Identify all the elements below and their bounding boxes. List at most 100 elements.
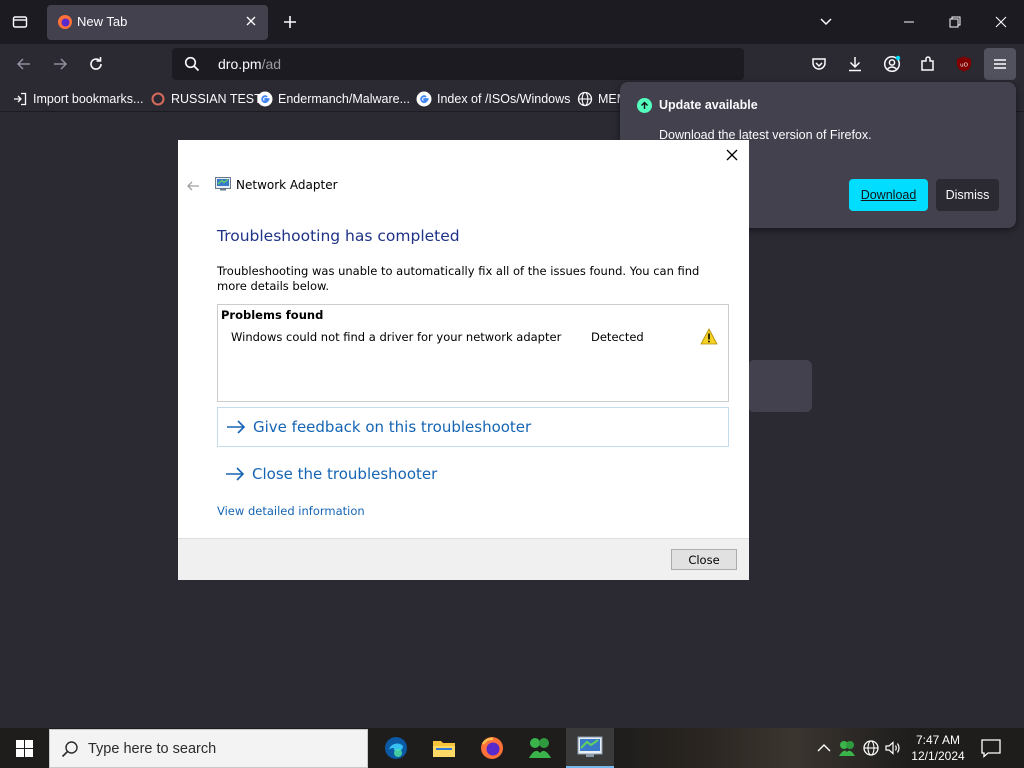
new-tab-tile[interactable] xyxy=(748,360,812,412)
download-update-button[interactable]: Download xyxy=(849,179,928,211)
svg-text:uO: uO xyxy=(960,63,968,69)
taskbar-app-file-explorer[interactable] xyxy=(420,728,468,768)
downloads-button[interactable] xyxy=(844,53,866,75)
give-feedback-label: Give feedback on this troubleshooter xyxy=(253,418,532,436)
ublock-icon: uO xyxy=(957,56,971,72)
minimize-icon[interactable] xyxy=(899,12,919,32)
bookmark-label: RUSSIAN TEST xyxy=(171,92,262,106)
bookmark-import[interactable]: Import bookmarks... xyxy=(12,90,143,108)
update-title: Update available xyxy=(659,98,758,112)
pocket-button[interactable] xyxy=(808,53,830,75)
close-tab-icon[interactable] xyxy=(244,14,258,28)
close-window-icon[interactable] xyxy=(991,12,1011,32)
url-text: dro.pm/ad xyxy=(218,56,281,72)
globe-icon xyxy=(577,91,593,107)
new-tab-icon[interactable] xyxy=(280,12,300,32)
extensions-icon xyxy=(921,56,934,71)
back-button[interactable] xyxy=(12,52,36,76)
start-button[interactable] xyxy=(0,728,48,768)
account-icon xyxy=(883,55,901,73)
import-icon xyxy=(12,91,28,107)
network-adapter-icon xyxy=(215,177,231,191)
tray-app-icon[interactable] xyxy=(838,739,856,757)
search-icon xyxy=(61,741,78,758)
view-detailed-information-link[interactable]: View detailed information xyxy=(217,504,365,518)
arrow-right-icon xyxy=(54,58,68,70)
bookmark-russian-test[interactable]: RUSSIAN TEST xyxy=(150,90,262,108)
dismiss-update-button[interactable]: Dismiss xyxy=(936,179,999,211)
arrow-left-icon xyxy=(16,58,30,70)
taskbar-search-box[interactable]: Type here to search xyxy=(49,729,368,768)
edge-icon xyxy=(385,737,407,759)
xbox-like-icon xyxy=(529,738,551,758)
extensions-button[interactable] xyxy=(917,53,939,75)
download-icon xyxy=(849,57,861,72)
tab-new-tab[interactable]: New Tab xyxy=(47,5,268,40)
bookmark-label: Endermanch/Malware... xyxy=(278,92,411,106)
firefox-view-button[interactable] xyxy=(6,9,34,35)
close-dialog-icon[interactable] xyxy=(723,146,741,164)
close-troubleshooter-link[interactable]: Close the troubleshooter xyxy=(217,454,729,494)
google-icon xyxy=(416,91,432,107)
app-menu-button[interactable] xyxy=(984,48,1016,80)
url-host: dro.pm xyxy=(218,56,262,72)
tab-title: New Tab xyxy=(77,14,128,29)
taskbar-app-troubleshooter[interactable] xyxy=(566,728,614,768)
account-button[interactable] xyxy=(881,53,903,75)
bookmark-label: Import bookmarks... xyxy=(33,92,144,106)
pocket-icon xyxy=(812,58,826,70)
firefox-icon xyxy=(58,15,72,29)
arrow-right-icon xyxy=(227,420,246,434)
firefox-view-icon xyxy=(12,16,28,28)
dialog-app-title: Network Adapter xyxy=(236,178,338,192)
notification-center-icon[interactable] xyxy=(980,738,1002,758)
taskbar-app-firefox[interactable] xyxy=(468,728,516,768)
ublock-button[interactable]: uO xyxy=(953,53,975,75)
reload-button[interactable] xyxy=(84,52,108,76)
dialog-description: Troubleshooting was unable to automatica… xyxy=(217,264,700,293)
problems-header: Problems found xyxy=(221,308,324,322)
site-icon xyxy=(150,91,166,107)
update-arrow-icon xyxy=(637,98,652,113)
navigation-toolbar: dro.pm/ad uO xyxy=(0,44,1024,84)
bookmark-label: Index of /ISOs/Windows xyxy=(437,92,571,106)
network-globe-icon[interactable] xyxy=(862,739,880,757)
bookmark-endermanch[interactable]: Endermanch/Malware... xyxy=(257,90,410,108)
reload-icon xyxy=(90,57,102,70)
google-icon xyxy=(257,91,273,107)
restore-icon[interactable] xyxy=(945,12,965,32)
problem-status: Detected xyxy=(591,330,644,344)
clock-time: 7:47 AM xyxy=(915,733,961,747)
dialog-footer: Close xyxy=(178,538,749,580)
arrow-right-icon xyxy=(226,467,245,481)
forward-button[interactable] xyxy=(48,52,72,76)
windows-logo-icon xyxy=(15,739,33,757)
url-path: /ad xyxy=(261,56,282,72)
troubleshooter-dialog: Network Adapter Troubleshooting has comp… xyxy=(178,140,749,580)
taskbar-app-edge[interactable] xyxy=(372,728,420,768)
warning-icon xyxy=(700,328,718,345)
firefox-icon xyxy=(481,737,503,759)
chevron-down-icon[interactable] xyxy=(818,14,834,30)
problems-found-box: Problems found Windows could not find a … xyxy=(217,304,729,402)
taskbar-clock[interactable]: 7:47 AM 12/1/2024 xyxy=(906,732,970,764)
network-troubleshooter-icon xyxy=(577,736,603,757)
address-bar[interactable]: dro.pm/ad xyxy=(172,48,744,80)
tab-strip: New Tab xyxy=(0,0,1024,44)
bookmark-isos[interactable]: Index of /ISOs/Windows xyxy=(416,90,570,108)
close-troubleshooter-label: Close the troubleshooter xyxy=(252,465,438,483)
clock-date: 12/1/2024 xyxy=(911,749,965,763)
problem-text[interactable]: Windows could not find a driver for your… xyxy=(231,330,561,344)
search-icon xyxy=(184,56,200,72)
taskbar: Type here to search 7:47 AM 12/1/2024 xyxy=(0,728,1024,768)
search-placeholder: Type here to search xyxy=(88,741,217,757)
back-arrow-icon[interactable] xyxy=(186,179,200,193)
taskbar-app-green[interactable] xyxy=(516,728,564,768)
file-explorer-icon xyxy=(433,741,455,757)
dialog-heading: Troubleshooting has completed xyxy=(217,227,460,245)
menu-icon xyxy=(994,59,1006,69)
volume-icon[interactable] xyxy=(884,739,902,757)
chevron-up-icon[interactable] xyxy=(815,739,833,757)
give-feedback-link[interactable]: Give feedback on this troubleshooter xyxy=(217,407,729,447)
close-button[interactable]: Close xyxy=(671,549,737,570)
